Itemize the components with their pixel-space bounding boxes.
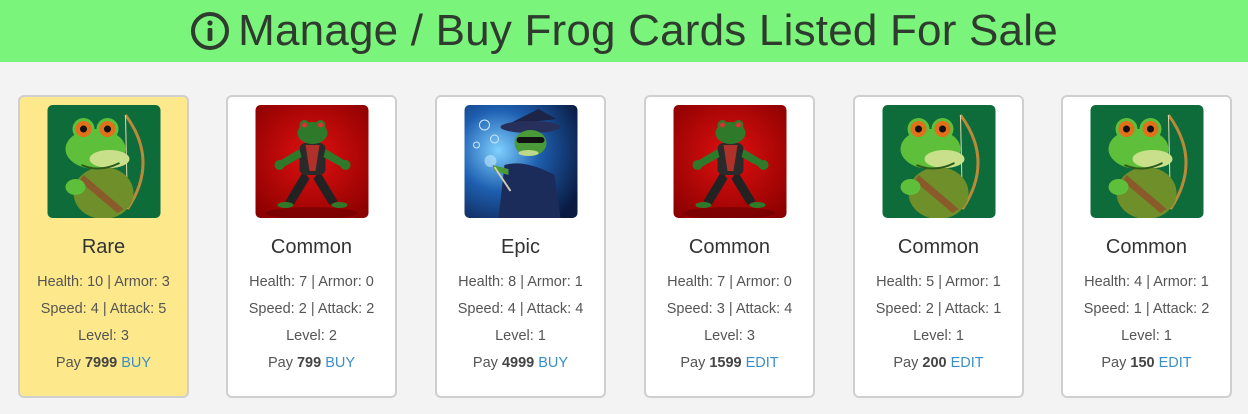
card-price-line: Pay 1599 EDIT — [680, 355, 779, 371]
card-armor: 3 — [161, 274, 170, 290]
card-armor: 1 — [992, 274, 1001, 290]
card-level: Level: 3 — [78, 328, 129, 344]
frog-card-image — [673, 105, 786, 218]
card-speed: 4 — [507, 301, 516, 317]
card-attack: 5 — [158, 301, 167, 317]
card-price-line: Pay 799 BUY — [267, 355, 356, 371]
card-attack: 1 — [993, 301, 1002, 317]
card-level-value: 3 — [120, 328, 129, 344]
archer-frog-icon — [882, 105, 995, 218]
edit-link[interactable]: EDIT — [951, 355, 984, 371]
card-rarity: Common — [270, 236, 353, 258]
frog-card-image — [47, 105, 160, 218]
card-armor: 0 — [783, 274, 792, 290]
frog-card-image — [882, 105, 995, 218]
card-level: Level: 1 — [1121, 328, 1172, 344]
card-speed-attack: Speed: 3 | Attack: 4 — [666, 301, 793, 317]
card-health-armor: Health: 10 | Armor: 3 — [37, 274, 170, 290]
frog-card-image — [464, 105, 577, 218]
card-speed-attack: Speed: 1 | Attack: 2 — [1083, 301, 1210, 317]
buy-link[interactable]: BUY — [121, 355, 151, 371]
card-health: 8 — [508, 274, 517, 290]
buy-link[interactable]: BUY — [325, 355, 355, 371]
archer-frog-icon — [47, 105, 160, 218]
card-health: 7 — [717, 274, 726, 290]
card-price: 150 — [1130, 355, 1155, 371]
card-price-line: Pay 4999 BUY — [472, 355, 569, 371]
card-armor: 0 — [365, 274, 374, 290]
card-rarity: Common — [1105, 236, 1188, 258]
frog-card-image — [1090, 105, 1203, 218]
frog-card[interactable]: Common Health: 4 | Armor: 1 Speed: 1 | A… — [1061, 95, 1232, 398]
card-attack: 2 — [1201, 301, 1210, 317]
card-armor: 1 — [1200, 274, 1209, 290]
card-health: 7 — [299, 274, 308, 290]
card-level-value: 1 — [1163, 328, 1172, 344]
header-content: Manage / Buy Frog Cards Listed For Sale — [190, 9, 1058, 53]
card-price: 7999 — [84, 355, 118, 371]
card-attack: 4 — [784, 301, 793, 317]
frog-card[interactable]: Epic Health: 8 | Armor: 1 Speed: 4 | Att… — [435, 95, 606, 398]
card-rarity: Epic — [501, 236, 540, 258]
page-header: Manage / Buy Frog Cards Listed For Sale — [0, 0, 1248, 62]
card-speed: 4 — [90, 301, 99, 317]
card-list: Rare Health: 10 | Armor: 3 Speed: 4 | At… — [0, 95, 1248, 401]
card-level: Level: 1 — [913, 328, 964, 344]
card-price: 799 — [296, 355, 322, 371]
card-speed: 1 — [1133, 301, 1142, 317]
info-circle-icon — [191, 12, 230, 50]
card-level-value: 3 — [746, 328, 755, 344]
card-speed: 2 — [298, 301, 307, 317]
frog-card[interactable]: Rare Health: 10 | Armor: 3 Speed: 4 | At… — [18, 95, 189, 398]
frog-card[interactable]: Common Health: 7 | Armor: 0 Speed: 2 | A… — [226, 95, 397, 398]
card-level: Level: 1 — [495, 328, 546, 344]
fighter-frog-icon — [673, 105, 786, 218]
card-speed-attack: Speed: 2 | Attack: 2 — [248, 301, 375, 317]
card-price: 4999 — [501, 355, 535, 371]
card-rarity: Rare — [81, 236, 126, 258]
archer-frog-icon — [1090, 105, 1203, 218]
card-rarity: Common — [688, 236, 771, 258]
card-health-armor: Health: 7 | Armor: 0 — [667, 274, 792, 290]
card-rarity: Common — [897, 236, 980, 258]
card-price-line: Pay 150 EDIT — [1101, 355, 1192, 371]
wizard-frog-icon — [464, 105, 577, 218]
frog-card[interactable]: Common Health: 7 | Armor: 0 Speed: 3 | A… — [644, 95, 815, 398]
card-health-armor: Health: 4 | Armor: 1 — [1084, 274, 1209, 290]
frog-card[interactable]: Common Health: 5 | Armor: 1 Speed: 2 | A… — [853, 95, 1024, 398]
card-attack: 4 — [575, 301, 584, 317]
card-health-armor: Health: 8 | Armor: 1 — [458, 274, 583, 290]
card-armor: 1 — [574, 274, 583, 290]
edit-link[interactable]: EDIT — [1159, 355, 1192, 371]
card-health: 4 — [1134, 274, 1143, 290]
buy-link[interactable]: BUY — [538, 355, 568, 371]
card-speed: 2 — [925, 301, 934, 317]
edit-link[interactable]: EDIT — [746, 355, 779, 371]
card-price: 1599 — [709, 355, 742, 371]
card-health-armor: Health: 7 | Armor: 0 — [249, 274, 374, 290]
card-attack: 2 — [366, 301, 375, 317]
card-speed-attack: Speed: 4 | Attack: 5 — [40, 301, 167, 317]
card-level-value: 1 — [955, 328, 964, 344]
card-speed-attack: Speed: 4 | Attack: 4 — [457, 301, 584, 317]
card-level: Level: 3 — [704, 328, 755, 344]
card-level-value: 2 — [328, 328, 337, 344]
card-level-value: 1 — [537, 328, 546, 344]
card-price-line: Pay 200 EDIT — [893, 355, 984, 371]
page-title: Manage / Buy Frog Cards Listed For Sale — [238, 6, 1058, 55]
card-speed-attack: Speed: 2 | Attack: 1 — [875, 301, 1002, 317]
frog-card-image — [255, 105, 368, 218]
card-price: 200 — [922, 355, 947, 371]
fighter-frog-icon — [255, 105, 368, 218]
card-price-line: Pay 7999 BUY — [55, 355, 152, 371]
card-health: 5 — [926, 274, 935, 290]
card-health-armor: Health: 5 | Armor: 1 — [876, 274, 1001, 290]
card-health: 10 — [87, 274, 104, 290]
card-level: Level: 2 — [286, 328, 337, 344]
card-speed: 3 — [716, 301, 725, 317]
